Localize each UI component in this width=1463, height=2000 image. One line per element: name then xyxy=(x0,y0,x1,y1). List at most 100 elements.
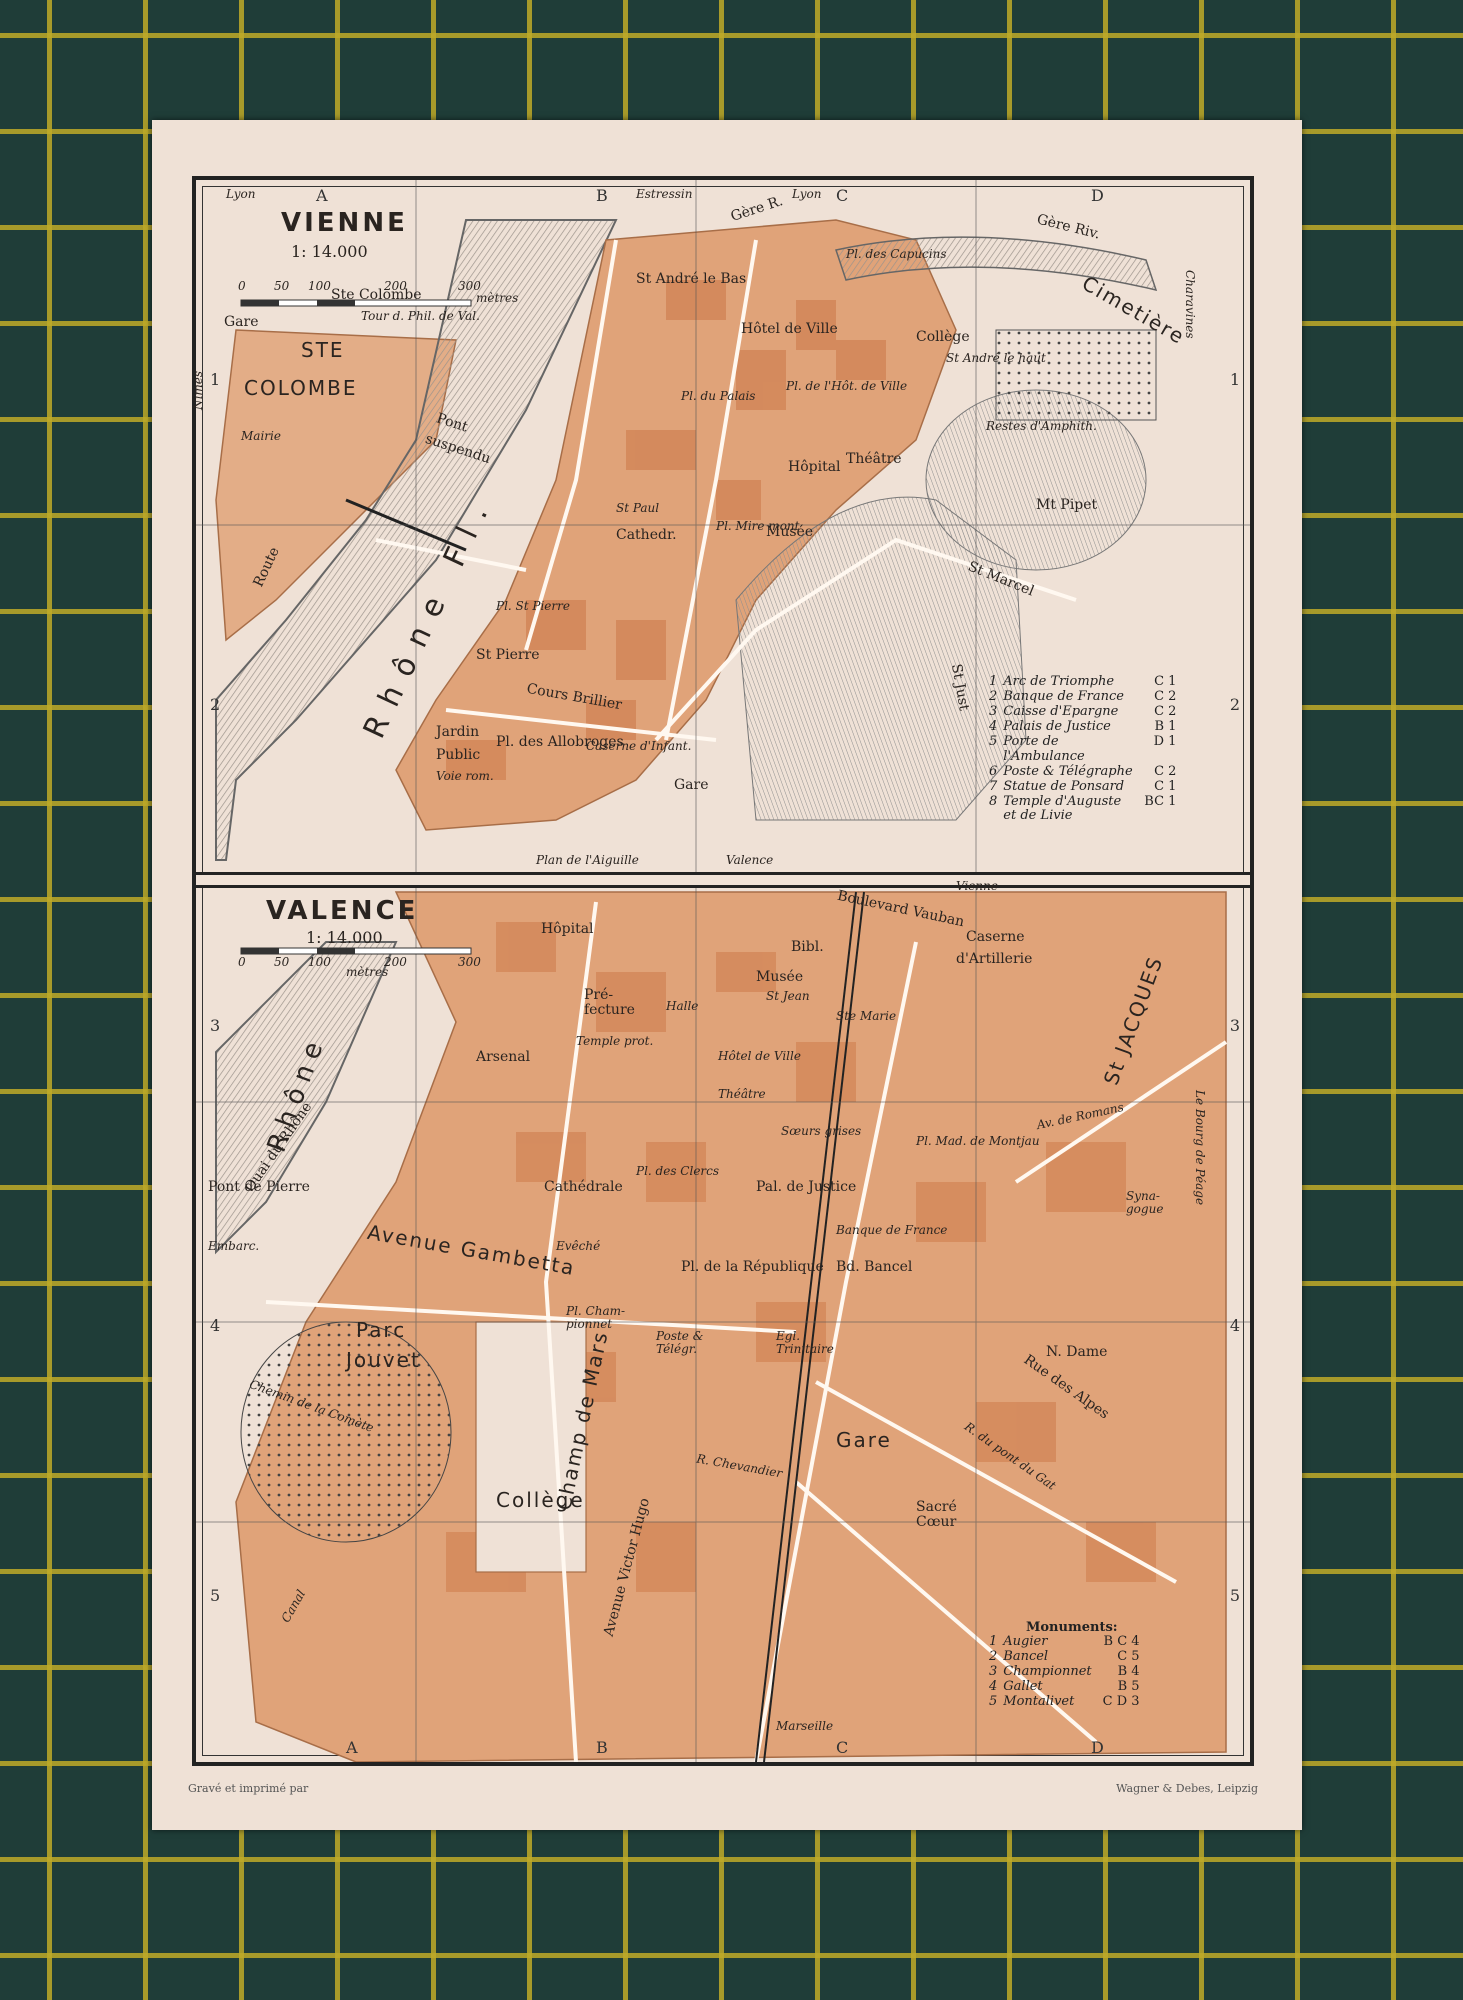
label-hotel-de-ville-valence: Hôtel de Ville xyxy=(718,1049,801,1063)
label-college-valence: Collège xyxy=(496,1488,585,1512)
label-halle-top: Halle xyxy=(666,999,699,1013)
label-hopital-valence: Hôpital xyxy=(541,921,594,937)
label-hopital-vienne: Hôpital xyxy=(788,459,841,475)
valence-scale-tick-2: 100 xyxy=(308,955,331,969)
label-st-andre-le-haut: St André le haut xyxy=(946,351,1046,365)
column-label-b: B xyxy=(596,186,608,205)
row-label-5: 5 xyxy=(210,1586,221,1605)
label-gare-vienne: Gare xyxy=(674,777,709,793)
footer-engraver: Gravé et imprimé par xyxy=(188,1782,309,1795)
label-theatre-valence: Théâtre xyxy=(718,1087,766,1101)
vienne-legend: 1 Arc de Triomphe C 1 2 Banque de France C 2… xyxy=(986,674,1179,824)
label-musee-vienne: Musée xyxy=(766,524,814,540)
vienne-title: VIENNE xyxy=(281,208,408,238)
label-pl-republique: Pl. de la République xyxy=(681,1259,824,1275)
vienne-legend-row: 2 Banque de France C 2 xyxy=(989,688,1177,704)
label-pl-championnet: Pl. Cham- pionnet xyxy=(566,1304,626,1331)
map-frame: A B C D A B C D 1 1 2 2 3 3 4 4 5 5 VIEN… xyxy=(191,176,1254,1766)
label-nimes: Nîmes xyxy=(191,371,205,410)
label-lyon-left: Lyon xyxy=(226,187,256,201)
vienne-legend-row: 7 Statue de Ponsard C 1 xyxy=(989,778,1177,794)
valence-legend-row: 5 Montalivet C D 3 xyxy=(989,1693,1140,1709)
vienne-legend-row: 6 Poste & Télégraphe C 2 xyxy=(989,763,1177,779)
valence-scale-bar xyxy=(240,947,472,955)
valence-legend-row: 4 Gallet B 5 xyxy=(989,1678,1140,1694)
label-pl-des-clercs: Pl. des Clercs xyxy=(636,1164,720,1178)
column-label-c-bottom: C xyxy=(836,1738,849,1757)
valence-title: VALENCE xyxy=(266,896,419,926)
row-label-3-right: 3 xyxy=(1229,1016,1240,1035)
label-pl-du-palais: Pl. du Palais xyxy=(681,389,756,403)
map-sheet: A B C D A B C D 1 1 2 2 3 3 4 4 5 5 VIEN… xyxy=(152,120,1302,1830)
label-st-pierre: St Pierre xyxy=(476,647,540,663)
valence-scale: 1: 14.000 xyxy=(306,928,383,947)
label-pl-hotel-ville: Pl. de l'Hôt. de Ville xyxy=(786,379,908,393)
footer-publisher: Wagner & Debes, Leipzig xyxy=(1116,1782,1258,1795)
label-estressin: Estressin xyxy=(636,187,693,201)
row-label-2-right: 2 xyxy=(1229,695,1240,714)
map-divider xyxy=(196,872,1250,888)
valence-legend-title: Monuments: xyxy=(1026,1620,1118,1635)
label-temple-prot: Temple prot. xyxy=(576,1034,654,1048)
label-theatre-vienne: Théâtre xyxy=(846,451,902,467)
label-mt-pipet: Mt Pipet xyxy=(1036,497,1098,513)
valence-legend: Monuments: 1 Augier B C 4 2 Bancel C 5 3 Cham… xyxy=(986,1620,1143,1710)
label-cathedrale-valence: Cathédrale xyxy=(544,1179,623,1195)
row-label-2: 2 xyxy=(210,695,221,714)
label-valence-route: Valence xyxy=(726,853,774,867)
label-tour-phil-val: Tour d. Phil. de Val. xyxy=(361,309,480,323)
label-soeurs-grises: Sœurs grises xyxy=(781,1124,862,1138)
label-musee-valence: Musée xyxy=(756,969,804,985)
label-college-vienne: Collège xyxy=(916,329,970,345)
label-pl-mad-montjau: Pl. Mad. de Montjau xyxy=(916,1134,1040,1148)
label-st-jean: St Jean xyxy=(766,989,810,1003)
column-label-b-bottom: B xyxy=(596,1738,608,1757)
label-restes-amphith: Restes d'Amphith. xyxy=(986,419,1097,433)
label-bibl: Bibl. xyxy=(791,939,824,955)
column-label-a-bottom: A xyxy=(346,1738,358,1757)
label-voie-romaine: Voie rom. xyxy=(436,769,494,783)
vienne-legend-row: 1 Arc de Triomphe C 1 xyxy=(989,674,1177,689)
valence-scale-tick-0: 0 xyxy=(238,955,246,969)
vienne-scale-tick-0: 0 xyxy=(238,279,246,293)
valence-legend-row: 3 Championnet B 4 xyxy=(989,1663,1140,1679)
label-public: Public xyxy=(436,747,481,763)
row-label-3: 3 xyxy=(210,1016,221,1035)
label-marseille: Marseille xyxy=(776,1719,834,1733)
label-pl-capucins: Pl. des Capucins xyxy=(846,247,947,261)
row-label-1: 1 xyxy=(210,370,221,389)
label-egl-trinitaire: Egl. Trinitaire xyxy=(776,1329,834,1356)
vienne-scale-unit: mètres xyxy=(476,291,519,305)
label-eveche: Evêché xyxy=(556,1239,601,1253)
label-cathedrale-vienne: Cathedr. xyxy=(616,527,677,543)
label-artillerie: d'Artillerie xyxy=(956,951,1033,967)
valence-legend-row: 2 Bancel C 5 xyxy=(989,1648,1140,1664)
label-embarc: Embarc. xyxy=(208,1239,260,1253)
label-caserne-infant: Caserne d'Infant. xyxy=(586,739,692,753)
label-hotel-de-ville-vienne: Hôtel de Ville xyxy=(741,321,838,337)
label-ste-marie: Ste Marie xyxy=(836,1009,897,1023)
label-vienne-route: Vienne xyxy=(956,879,998,893)
label-jouvet: Jouvet xyxy=(346,1348,421,1372)
label-st-paul: St Paul xyxy=(616,501,660,515)
label-arsenal: Arsenal xyxy=(476,1049,531,1065)
label-st-andre-le-bas: St André le Bas xyxy=(636,271,747,287)
label-colombe: COLOMBE xyxy=(244,376,358,400)
row-label-4-right: 4 xyxy=(1229,1316,1240,1335)
row-label-4: 4 xyxy=(210,1316,221,1335)
vienne-legend-row: 3 Caisse d'Epargne C 2 xyxy=(989,703,1177,719)
row-label-5-right: 5 xyxy=(1229,1586,1240,1605)
vienne-scale-tick-1: 50 xyxy=(274,279,290,293)
label-parc: Parc xyxy=(356,1318,407,1342)
row-label-1-right: 1 xyxy=(1229,370,1240,389)
label-gare-vienne-top: Gare xyxy=(224,314,259,330)
label-sacre-coeur: Sacré Cœur xyxy=(916,1499,957,1530)
column-label-d-bottom: D xyxy=(1091,1738,1104,1757)
label-ste-colombe-church: Ste Colombe xyxy=(331,287,422,303)
label-pl-st-pierre: Pl. St Pierre xyxy=(496,599,570,613)
vienne-scale: 1: 14.000 xyxy=(291,242,368,261)
label-jardin: Jardin xyxy=(436,724,480,740)
label-ste: STE xyxy=(301,338,345,362)
valence-scale-unit: mètres xyxy=(346,965,389,979)
vienne-legend-row: 4 Palais de Justice B 1 xyxy=(989,718,1177,734)
